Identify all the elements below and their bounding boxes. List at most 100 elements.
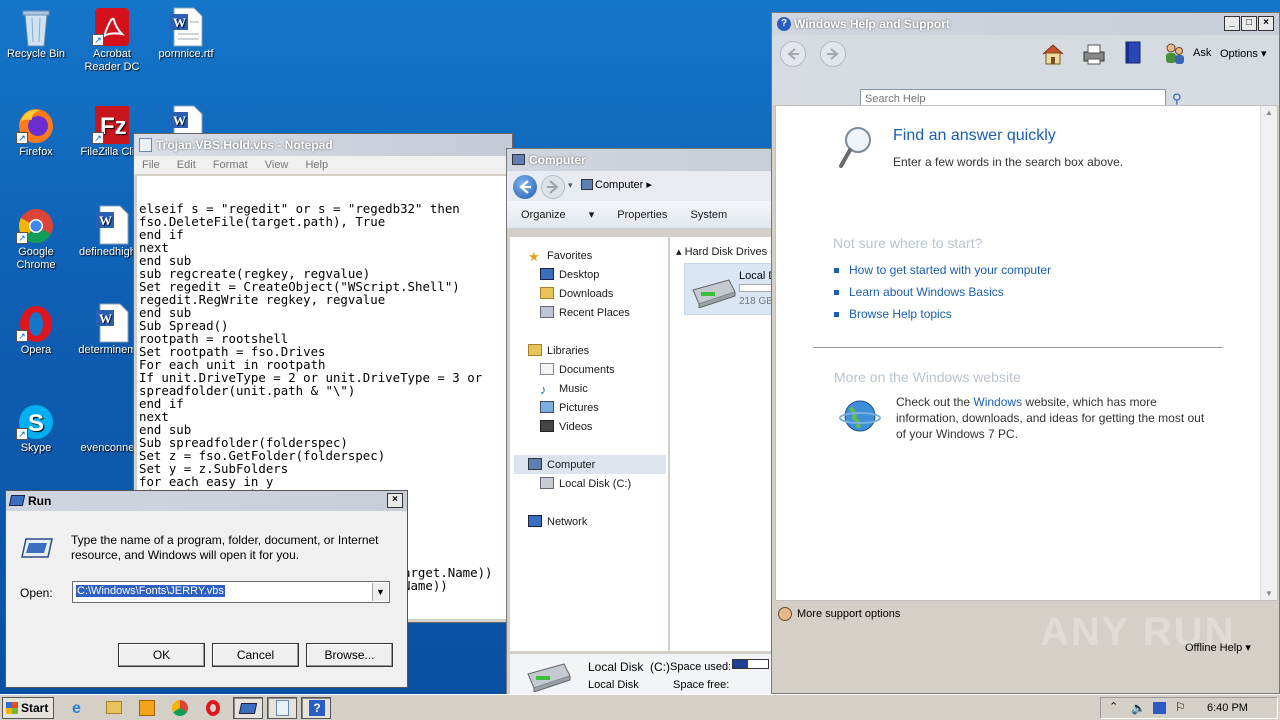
libraries-icon: [528, 344, 542, 356]
desktop-icon-opera[interactable]: ↗ Opera: [0, 302, 72, 357]
ask-button[interactable]: Ask: [1193, 47, 1211, 59]
help-window[interactable]: ? Windows Help and Support _ □ × Ask Opt…: [771, 12, 1280, 694]
open-combobox[interactable]: C:\Windows\Fonts\JERRY.vbs ▼: [72, 581, 390, 603]
windows-website-link[interactable]: Windows: [973, 395, 1022, 409]
drive-tile-local-disk[interactable]: Local D 218 GB: [684, 263, 775, 315]
run-dialog[interactable]: Run × Type the name of a program, folder…: [5, 490, 408, 688]
nav-music[interactable]: ♪ Music: [540, 382, 588, 397]
taskbar-run-icon[interactable]: [233, 697, 263, 719]
detail-space-used-label: Space used:: [670, 661, 732, 673]
back-arrow-icon[interactable]: [513, 175, 537, 199]
help-forward-icon[interactable]: [820, 41, 846, 67]
explorer-window[interactable]: Computer ▾ Computer ▸ Organize ▾ Propert…: [506, 148, 776, 696]
not-sure-heading: Not sure where to start?: [833, 235, 983, 251]
windows-logo-icon: [6, 702, 18, 714]
taskbar-explorer-icon[interactable]: [99, 697, 129, 719]
taskbar-opera-icon[interactable]: [198, 697, 228, 719]
chevron-down-icon[interactable]: ▾: [568, 180, 573, 191]
taskbar-notepad-icon[interactable]: [267, 697, 297, 719]
explorer-toolbar: Organize ▾ Properties System properties: [507, 201, 775, 249]
tray-expand-icon[interactable]: ⌃: [1109, 700, 1118, 713]
properties-button[interactable]: Properties: [617, 209, 667, 221]
close-button[interactable]: ×: [1258, 16, 1274, 31]
run-description: Type the name of a program, folder, docu…: [71, 533, 379, 562]
nav-recent-places[interactable]: Recent Places: [540, 306, 630, 319]
drive-usage-bar: [739, 284, 775, 292]
nav-downloads[interactable]: Downloads: [540, 287, 613, 300]
run-close-button[interactable]: ×: [387, 493, 403, 508]
nav-pictures[interactable]: Pictures: [540, 401, 599, 414]
ask-people-icon[interactable]: [1162, 41, 1186, 70]
shortcut-arrow-icon: ↗: [16, 428, 28, 440]
menu-help[interactable]: Help: [305, 159, 328, 171]
nav-local-disk[interactable]: Local Disk (C:): [540, 477, 631, 490]
star-icon: ★: [528, 249, 540, 264]
desktop-icon-acrobat[interactable]: ↗ Acrobat Reader DC: [76, 6, 148, 74]
organize-button[interactable]: Organize ▾: [521, 209, 594, 221]
group-header[interactable]: ▴ Hard Disk Drives (: [676, 245, 774, 258]
help-content: Find an answer quickly Enter a few words…: [775, 105, 1278, 601]
desktop-icon-chrome[interactable]: ↗ Google Chrome: [0, 204, 72, 272]
desktop-icon-label: Google Chrome: [16, 246, 56, 271]
run-program-icon: [21, 538, 53, 558]
help-titlebar[interactable]: ? Windows Help and Support _ □ ×: [772, 13, 1279, 35]
scroll-down-arrow-icon[interactable]: ▼: [1265, 589, 1273, 598]
taskbar-media-player-icon[interactable]: [132, 697, 162, 719]
opera-icon: ↗: [16, 302, 56, 342]
link-windows-basics[interactable]: Learn about Windows Basics: [849, 285, 1004, 299]
start-button[interactable]: Start: [2, 697, 54, 719]
link-get-started[interactable]: How to get started with your computer: [849, 263, 1051, 277]
desktop-icon-recycle-bin[interactable]: Recycle Bin: [0, 6, 72, 61]
nav-computer[interactable]: Computer: [514, 455, 666, 474]
minimize-button[interactable]: _: [1224, 16, 1240, 31]
options-button[interactable]: Options ▾: [1220, 47, 1267, 60]
dropdown-arrow-icon[interactable]: ▼: [372, 583, 388, 601]
help-back-icon[interactable]: [780, 41, 806, 67]
maximize-button[interactable]: □: [1241, 16, 1257, 31]
nav-network[interactable]: Network: [528, 515, 587, 528]
nav-favorites[interactable]: ★ Favorites: [528, 249, 592, 264]
desktop-icon-skype[interactable]: S ↗ Skype: [0, 400, 72, 455]
tray-speaker-icon[interactable]: 🔈: [1131, 701, 1146, 715]
browse-button[interactable]: Browse...: [306, 643, 393, 667]
nav-desktop[interactable]: Desktop: [540, 268, 599, 281]
help-question-icon: ?: [777, 17, 791, 31]
svg-text:W: W: [99, 213, 112, 228]
browse-help-book-icon[interactable]: [1122, 40, 1144, 69]
desktop-icon-firefox[interactable]: ↗ Firefox: [0, 104, 72, 159]
print-icon[interactable]: [1080, 41, 1108, 70]
notepad-titlebar[interactable]: Trojan.VBS.Hold.vbs - Notepad: [134, 134, 512, 156]
address-breadcrumb[interactable]: Computer ▸: [595, 178, 652, 191]
svg-text:W: W: [173, 113, 186, 128]
taskbar-chrome-icon[interactable]: [165, 697, 195, 719]
menu-view[interactable]: View: [265, 159, 289, 171]
link-browse-topics[interactable]: Browse Help topics: [849, 307, 952, 321]
home-icon[interactable]: [1040, 41, 1066, 70]
forward-arrow-icon[interactable]: [541, 175, 565, 199]
taskbar-ie-icon[interactable]: e: [66, 697, 96, 719]
desktop-icon-pornnice-rtf[interactable]: W pornnice.rtf: [150, 6, 222, 61]
explorer-titlebar[interactable]: Computer: [507, 149, 775, 171]
computer-small-icon: [581, 179, 593, 190]
taskbar-help-icon[interactable]: ?: [301, 697, 331, 719]
scroll-up-arrow-icon[interactable]: ▲: [1265, 108, 1273, 117]
run-titlebar[interactable]: Run ×: [6, 491, 407, 511]
ok-button[interactable]: OK: [118, 643, 205, 667]
menu-format[interactable]: Format: [213, 159, 248, 171]
menu-edit[interactable]: Edit: [177, 159, 196, 171]
system-tray: ⌃ 🔈 ⚐ 6:40 PM: [1100, 697, 1278, 719]
globe-icon: [839, 400, 881, 432]
more-support-options[interactable]: More support options: [797, 608, 900, 620]
desktop-icon-label: Skype: [20, 442, 52, 454]
open-input-value[interactable]: C:\Windows\Fonts\JERRY.vbs: [76, 585, 225, 597]
nav-libraries[interactable]: Libraries: [528, 344, 589, 357]
menu-file[interactable]: File: [142, 159, 160, 171]
cancel-button[interactable]: Cancel: [212, 643, 299, 667]
tray-flag-icon[interactable]: ⚐: [1175, 700, 1186, 714]
tray-clock[interactable]: 6:40 PM: [1207, 702, 1248, 714]
nav-videos[interactable]: Videos: [540, 420, 592, 433]
tray-network-icon[interactable]: [1153, 702, 1166, 714]
notepad-code-tail: arget.Name)) Name)): [403, 565, 493, 593]
nav-documents[interactable]: Documents: [540, 363, 615, 376]
help-scrollbar[interactable]: ▲ ▼: [1260, 106, 1277, 600]
